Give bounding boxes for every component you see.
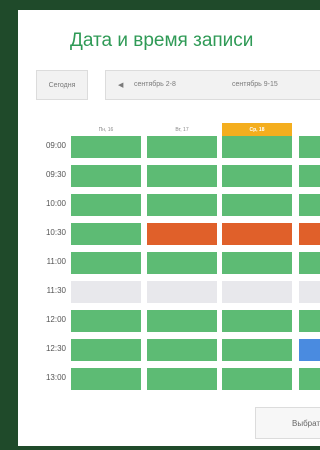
current-week-link[interactable]: сентябрь 9-15 (232, 81, 278, 88)
today-button[interactable]: Сегодня (36, 70, 88, 100)
time-slot-busy (222, 223, 292, 245)
time-label: 11:00 (46, 257, 66, 266)
week-navigation: ◀ сентябрь 2-8 сентябрь 9-15 (105, 70, 320, 100)
time-label: 12:30 (45, 344, 66, 353)
time-slot-free[interactable] (71, 252, 141, 274)
time-slot-free[interactable] (222, 252, 292, 274)
time-label: 09:00 (45, 141, 66, 150)
time-slot-free[interactable] (299, 310, 320, 332)
time-slot-free[interactable] (147, 136, 217, 158)
time-label: 12:00 (45, 315, 66, 324)
time-slot-free[interactable] (147, 165, 217, 187)
prev-week-link[interactable]: сентябрь 2-8 (134, 81, 176, 88)
time-slot-free[interactable] (222, 165, 292, 187)
time-slot-free[interactable] (147, 252, 217, 274)
time-slot-selected[interactable] (299, 339, 320, 361)
time-slot-free[interactable] (71, 136, 141, 158)
time-slot-free[interactable] (299, 252, 320, 274)
time-slot-free[interactable] (222, 339, 292, 361)
time-label: 10:30 (45, 228, 66, 237)
time-slot-free[interactable] (71, 310, 141, 332)
time-slot-free[interactable] (222, 310, 292, 332)
time-slot-free[interactable] (71, 223, 141, 245)
select-button[interactable]: Выбрать (255, 407, 320, 439)
time-slot-free[interactable] (147, 194, 217, 216)
time-slot-free[interactable] (299, 136, 320, 158)
time-slot-free[interactable] (222, 368, 292, 390)
time-label: 10:00 (45, 199, 66, 208)
time-slot-free[interactable] (147, 368, 217, 390)
time-slot-free[interactable] (299, 165, 320, 187)
time-slot-disabled (299, 281, 320, 303)
time-slot-free[interactable] (147, 310, 217, 332)
booking-panel: Дата и время записи Сегодня ◀ сентябрь 2… (18, 10, 320, 446)
time-slot-disabled (222, 281, 292, 303)
time-slot-free[interactable] (222, 194, 292, 216)
time-label: 11:30 (46, 286, 66, 295)
day-header[interactable] (299, 123, 320, 136)
time-slot-free[interactable] (147, 339, 217, 361)
time-slot-free[interactable] (71, 194, 141, 216)
time-slot-free[interactable] (299, 368, 320, 390)
time-slot-busy (147, 223, 217, 245)
time-slot-free[interactable] (71, 165, 141, 187)
chevron-left-icon[interactable]: ◀ (118, 81, 123, 89)
time-slot-free[interactable] (299, 194, 320, 216)
time-label: 13:00 (45, 373, 66, 382)
time-slot-disabled (71, 281, 141, 303)
time-slot-busy (299, 223, 320, 245)
time-slot-free[interactable] (71, 339, 141, 361)
day-header[interactable]: Вт, 17 (147, 123, 217, 136)
day-header[interactable]: Пн, 16 (71, 123, 141, 136)
page-title: Дата и время записи (70, 30, 254, 51)
time-slot-disabled (147, 281, 217, 303)
time-slot-free[interactable] (222, 136, 292, 158)
time-label: 09:30 (45, 170, 66, 179)
day-header[interactable]: Ср, 18 (222, 123, 292, 136)
time-slot-free[interactable] (71, 368, 141, 390)
